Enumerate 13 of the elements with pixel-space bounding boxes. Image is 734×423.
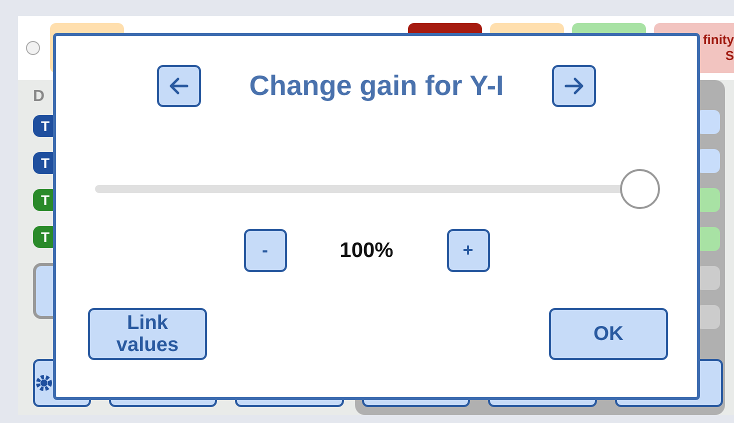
decrement-button[interactable]: - [244, 229, 286, 272]
dialog-title: Change gain for Y-I [249, 70, 504, 102]
link-values-button[interactable]: Link values [88, 308, 207, 360]
right-arrow-icon [564, 77, 584, 95]
section-label: D [33, 88, 46, 100]
left-arrow-icon [169, 77, 190, 95]
ok-button[interactable]: OK [549, 308, 668, 360]
gain-value: 100% [338, 238, 394, 262]
settings-icon [36, 374, 52, 392]
previous-button[interactable] [157, 65, 202, 107]
increment-button[interactable]: + [446, 229, 490, 272]
slider-thumb[interactable] [620, 169, 660, 209]
next-button[interactable] [552, 65, 596, 107]
